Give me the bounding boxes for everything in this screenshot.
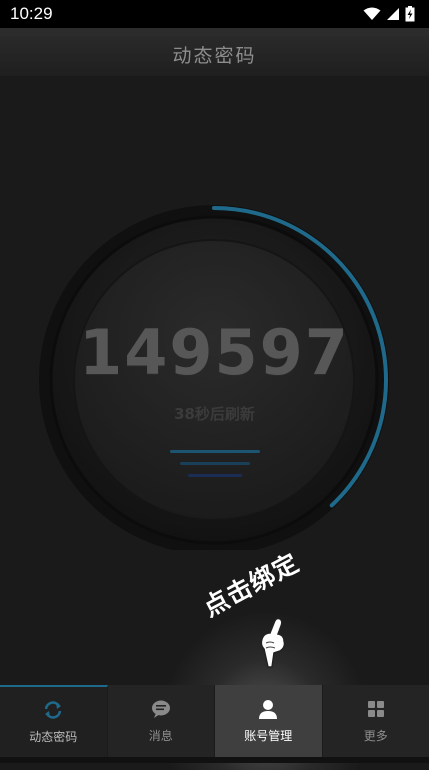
tab-label: 动态密码 bbox=[29, 728, 77, 745]
battery-charging-icon bbox=[405, 6, 415, 22]
status-bar: 10:29 bbox=[0, 0, 429, 28]
bind-hint-label[interactable]: 点击绑定 bbox=[196, 543, 305, 624]
grid-icon bbox=[365, 698, 387, 720]
refresh-countdown: 38秒后刷新 bbox=[0, 403, 429, 424]
loading-bar bbox=[170, 450, 260, 453]
loading-bar bbox=[188, 474, 242, 477]
pointing-hand-icon bbox=[254, 613, 290, 669]
tab-label: 账号管理 bbox=[244, 727, 292, 744]
signal-icon bbox=[386, 7, 400, 21]
tab-dynamic-password[interactable]: 动态密码 bbox=[0, 685, 108, 757]
status-time: 10:29 bbox=[10, 4, 53, 24]
user-icon bbox=[257, 698, 279, 720]
page-title: 动态密码 bbox=[172, 41, 256, 68]
loading-bars bbox=[0, 450, 429, 486]
tab-more[interactable]: 更多 bbox=[323, 685, 429, 757]
loading-bar bbox=[180, 462, 250, 465]
otp-code: 149597 bbox=[0, 316, 429, 389]
chat-bubble-icon bbox=[150, 698, 172, 720]
tab-messages[interactable]: 消息 bbox=[108, 685, 216, 757]
bottom-tab-bar: 动态密码 消息 账号管理 bbox=[0, 685, 429, 757]
tab-account-management[interactable]: 账号管理 bbox=[215, 685, 323, 757]
app-header: 动态密码 bbox=[0, 28, 429, 76]
refresh-icon bbox=[42, 699, 64, 721]
tab-label: 消息 bbox=[149, 727, 173, 744]
bottom-edge bbox=[0, 757, 429, 763]
status-icons bbox=[363, 6, 415, 22]
tab-label: 更多 bbox=[364, 727, 388, 744]
wifi-icon bbox=[363, 7, 381, 21]
